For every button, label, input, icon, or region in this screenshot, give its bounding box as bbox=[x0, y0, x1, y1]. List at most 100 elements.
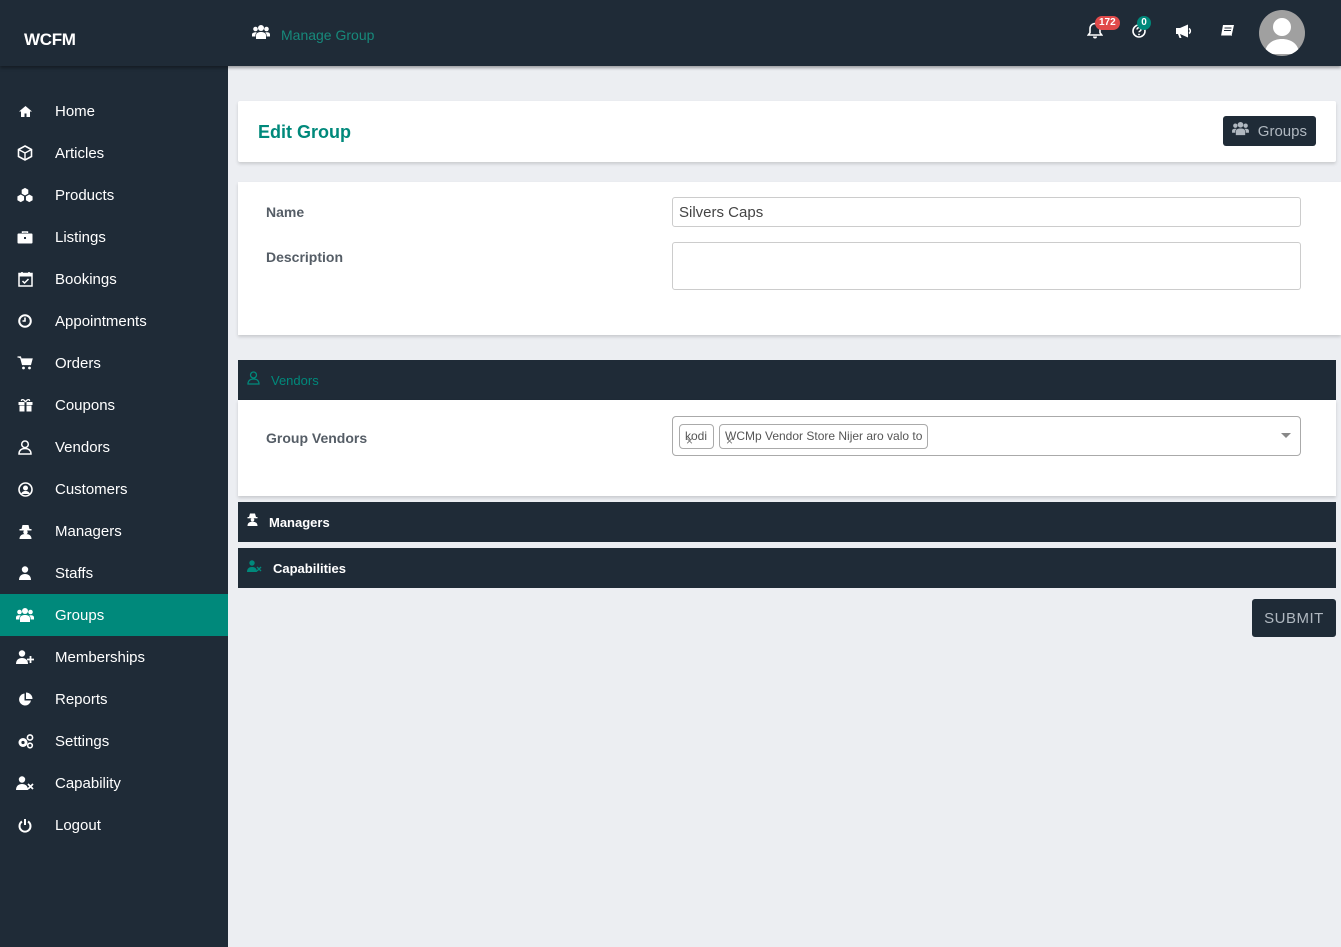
groups-button-label: Groups bbox=[1257, 122, 1307, 140]
knowledgebase-button[interactable] bbox=[1205, 11, 1249, 55]
users-icon bbox=[16, 606, 34, 624]
page-header-panel: Edit Group Groups bbox=[238, 101, 1336, 162]
sidebar-item-label: Listings bbox=[55, 228, 106, 246]
name-input[interactable] bbox=[672, 197, 1301, 227]
help-button[interactable]: 0 bbox=[1117, 11, 1161, 55]
user-times-icon bbox=[16, 774, 34, 792]
group-details-form: Name Description bbox=[238, 182, 1341, 335]
brand-logo[interactable]: WCFM bbox=[24, 30, 76, 50]
sidebar-item-customers[interactable]: Customers bbox=[0, 468, 228, 510]
pie-chart-icon bbox=[16, 690, 34, 708]
sidebar-item-label: Coupons bbox=[55, 396, 116, 414]
name-label: Name bbox=[266, 204, 305, 220]
sidebar-item-logout[interactable]: Logout bbox=[0, 804, 228, 846]
calendar-check-icon bbox=[16, 270, 34, 288]
help-badge: 0 bbox=[1137, 16, 1151, 30]
sidebar-item-label: Bookings bbox=[55, 270, 117, 288]
sidebar-item-label: Products bbox=[55, 186, 115, 204]
sidebar-item-products[interactable]: Products bbox=[0, 174, 228, 216]
notifications-badge: 172 bbox=[1095, 16, 1120, 30]
cubes-icon bbox=[16, 186, 34, 204]
sidebar-item-capability[interactable]: Capability bbox=[0, 762, 228, 804]
briefcase-icon bbox=[16, 228, 34, 246]
user-times-icon bbox=[247, 559, 262, 577]
notifications-button[interactable]: 172 bbox=[1073, 11, 1120, 55]
vendor-chip-label: WCMp Vendor Store Nijer aro valo to bbox=[725, 429, 923, 443]
user-plus-icon bbox=[16, 648, 34, 666]
sidebar-item-appointments[interactable]: Appointments bbox=[0, 300, 228, 342]
sidebar-nav: Home Articles Products Listings Bookings Appo… bbox=[0, 90, 228, 846]
sidebar-item-label: Articles bbox=[55, 144, 105, 162]
power-icon bbox=[16, 816, 34, 834]
announcements-button[interactable] bbox=[1161, 11, 1205, 55]
sidebar-item-label: Staffs bbox=[55, 564, 94, 582]
sidebar-item-articles[interactable]: Articles bbox=[0, 132, 228, 174]
vendor-chip: × kodi bbox=[679, 424, 714, 449]
breadcrumb-label[interactable]: Manage Group bbox=[281, 27, 374, 43]
user-secret-icon bbox=[16, 522, 34, 540]
vendors-section-title: Vendors bbox=[271, 372, 319, 388]
submit-button[interactable]: SUBMIT bbox=[1252, 599, 1336, 637]
sidebar-item-home[interactable]: Home bbox=[0, 90, 228, 132]
sidebar-item-label: Capability bbox=[55, 774, 121, 792]
sidebar-item-coupons[interactable]: Coupons bbox=[0, 384, 228, 426]
vendors-panel: Group Vendors × kodi × WCMp Vendor Store… bbox=[238, 400, 1336, 496]
cube-icon bbox=[16, 144, 34, 162]
sidebar-item-label: Home bbox=[55, 102, 96, 120]
user-icon bbox=[16, 564, 34, 582]
sidebar-item-memberships[interactable]: Memberships bbox=[0, 636, 228, 678]
vendor-chip: × WCMp Vendor Store Nijer aro valo to bbox=[719, 424, 929, 449]
sidebar-item-label: Memberships bbox=[55, 648, 146, 666]
sidebar-item-label: Managers bbox=[55, 522, 122, 540]
sidebar-item-label: Groups bbox=[55, 606, 105, 624]
chevron-down-icon[interactable] bbox=[1281, 433, 1291, 438]
top-header: WCFM Manage Group 172 0 bbox=[0, 0, 1341, 66]
group-vendors-label: Group Vendors bbox=[266, 430, 368, 446]
sidebar-item-groups[interactable]: Groups bbox=[0, 594, 228, 636]
user-outline-icon bbox=[247, 370, 260, 390]
users-icon bbox=[1231, 121, 1249, 141]
remove-chip-icon[interactable]: × bbox=[686, 430, 693, 453]
user-secret-icon bbox=[247, 513, 258, 531]
cart-icon bbox=[16, 354, 34, 372]
megaphone-icon bbox=[1175, 24, 1192, 43]
capabilities-section-header[interactable]: Capabilities bbox=[238, 548, 1336, 588]
sidebar-item-label: Customers bbox=[55, 480, 128, 498]
vendors-section-header[interactable]: Vendors bbox=[238, 360, 1336, 400]
user-circle-icon bbox=[16, 480, 34, 498]
sidebar-item-listings[interactable]: Listings bbox=[0, 216, 228, 258]
page-title: Edit Group bbox=[258, 122, 351, 142]
groups-list-button[interactable]: Groups bbox=[1222, 116, 1316, 146]
clock-icon bbox=[16, 312, 34, 330]
sidebar-item-vendors[interactable]: Vendors bbox=[0, 426, 228, 468]
managers-section-header[interactable]: Managers bbox=[238, 502, 1336, 542]
breadcrumb: Manage Group bbox=[252, 24, 374, 45]
sidebar-item-label: Vendors bbox=[55, 438, 111, 456]
description-label: Description bbox=[266, 249, 344, 265]
avatar[interactable] bbox=[1259, 10, 1305, 56]
sidebar-item-reports[interactable]: Reports bbox=[0, 678, 228, 720]
sidebar-item-staffs[interactable]: Staffs bbox=[0, 552, 228, 594]
sidebar-item-managers[interactable]: Managers bbox=[0, 510, 228, 552]
users-icon bbox=[252, 24, 270, 45]
header-actions: 172 0 bbox=[1073, 10, 1305, 56]
book-icon bbox=[1220, 24, 1235, 43]
sidebar: Home Articles Products Listings Bookings Appo… bbox=[0, 66, 228, 947]
sidebar-item-label: Orders bbox=[55, 354, 101, 372]
sidebar-item-bookings[interactable]: Bookings bbox=[0, 258, 228, 300]
managers-section-title: Managers bbox=[269, 514, 330, 530]
sidebar-item-orders[interactable]: Orders bbox=[0, 342, 228, 384]
sidebar-item-settings[interactable]: Settings bbox=[0, 720, 228, 762]
sidebar-item-label: Settings bbox=[55, 732, 110, 750]
remove-chip-icon[interactable]: × bbox=[726, 430, 733, 453]
sidebar-item-label: Logout bbox=[55, 816, 101, 834]
cogs-icon bbox=[16, 732, 34, 750]
group-vendors-select[interactable]: × kodi × WCMp Vendor Store Nijer aro val… bbox=[672, 416, 1301, 456]
sidebar-item-label: Appointments bbox=[55, 312, 147, 330]
home-icon bbox=[16, 102, 34, 120]
sidebar-item-label: Reports bbox=[55, 690, 108, 708]
capabilities-section-title: Capabilities bbox=[273, 560, 346, 576]
gift-icon bbox=[16, 396, 34, 414]
description-textarea[interactable] bbox=[672, 242, 1301, 290]
user-outline-icon bbox=[16, 438, 34, 456]
